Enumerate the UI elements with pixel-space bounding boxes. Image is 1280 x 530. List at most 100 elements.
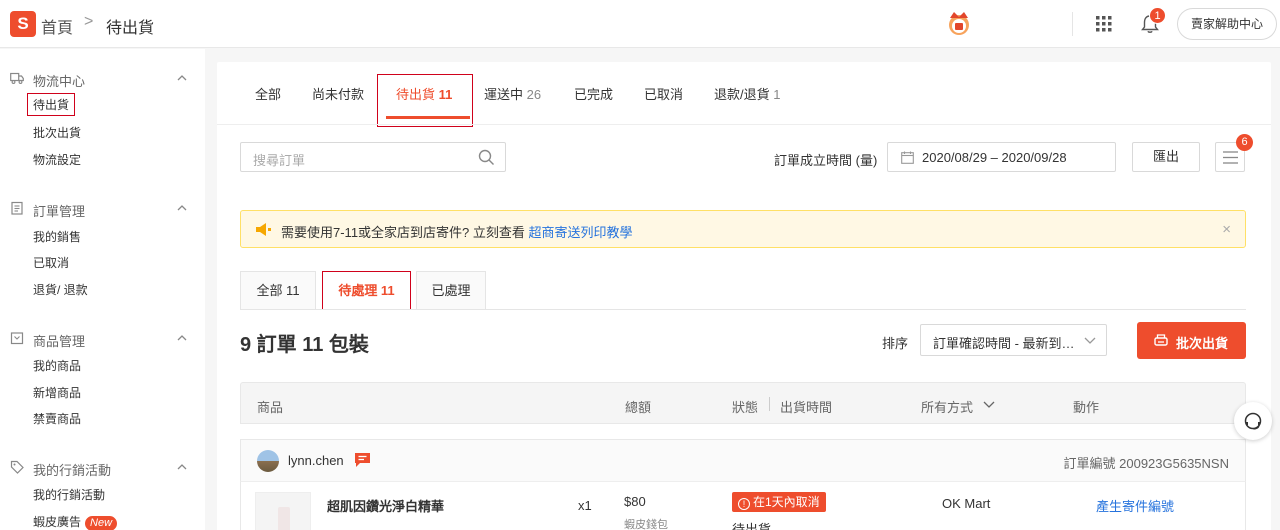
sidebar-item-my-products[interactable]: 我的商品: [33, 357, 81, 374]
column-header-ship-method[interactable]: 所有方式: [921, 397, 973, 416]
sort-dropdown[interactable]: 訂單確認時間 - 最新到…: [920, 324, 1107, 356]
date-filter-label: 訂單成立時間 (量): [774, 153, 878, 168]
chevron-up-icon[interactable]: [176, 202, 188, 214]
sidebar-item-my-sales[interactable]: 我的銷售: [33, 228, 81, 245]
generate-tracking-link[interactable]: 產生寄件編號: [1096, 496, 1174, 515]
column-header-action: 動作: [1073, 400, 1100, 415]
order-summary-title: 9 訂單 11 包裝: [240, 334, 369, 356]
order-item-row: 超肌因鑽光淨白精華 x1 $80 蝦皮錢包 ! 在1天內取消 待出貨 OK Mar…: [240, 481, 1246, 530]
truck-icon: [10, 72, 24, 84]
subtab-pending[interactable]: 待處理 11: [322, 271, 411, 310]
tab-shipping[interactable]: 運送中 26: [484, 84, 541, 103]
tab-unpaid[interactable]: 尚未付款: [312, 84, 364, 103]
close-icon[interactable]: ×: [1222, 221, 1231, 238]
sidebar-item-banned-products[interactable]: 禁賣商品: [33, 410, 81, 427]
mascot-icon: [949, 12, 969, 35]
chevron-down-icon[interactable]: [983, 399, 995, 409]
order-card-header: lynn.chen 訂單編號 200923G5635NSN: [240, 439, 1246, 481]
notice-text: 需要使用7-11或全家店到店寄件? 立刻查看 超商寄送列印教學: [281, 225, 633, 240]
notice-tutorial-link[interactable]: 超商寄送列印教學: [529, 225, 633, 240]
shipping-method: OK Mart: [942, 496, 991, 511]
sidebar-item-shopee-ads[interactable]: 蝦皮廣告 New: [33, 513, 118, 530]
tag-icon: [10, 460, 24, 474]
tab-all[interactable]: 全部: [255, 84, 281, 103]
sort-selected-value: 訂單確認時間 - 最新到…: [933, 336, 1075, 351]
export-button[interactable]: 匯出: [1132, 142, 1200, 172]
subtab-processed[interactable]: 已處理: [416, 271, 486, 309]
notification-badge: 1: [1149, 7, 1166, 24]
printer-icon: [1154, 334, 1168, 346]
buyer-username[interactable]: lynn.chen: [288, 453, 344, 468]
sidebar-item-my-campaigns[interactable]: 我的行銷活動: [33, 486, 105, 503]
payment-method: 蝦皮錢包: [624, 519, 668, 530]
new-badge: New: [85, 516, 118, 530]
orders-panel: 全部 尚未付款 待出貨 11 運送中 26 已完成 已取消 退款/退貨 1 搜尋…: [217, 62, 1271, 530]
tab-highlight-box: [377, 74, 473, 127]
sidebar-section-orders[interactable]: 訂單管理: [33, 201, 85, 220]
sidebar: 物流中心 待出貨 批次出貨 物流設定 訂單管理 我的銷售 已取消 退貨/ 退款 …: [0, 49, 205, 530]
search-placeholder: 搜尋訂單: [253, 153, 306, 168]
chevron-down-icon: [1084, 337, 1096, 344]
breadcrumb-current: 待出貨: [106, 20, 155, 37]
subtab-divider: [240, 309, 1246, 310]
batch-ship-label: 批次出貨: [1176, 336, 1229, 351]
breadcrumb-separator: >: [84, 13, 94, 30]
sidebar-item-returns[interactable]: 退貨/ 退款: [33, 281, 88, 298]
shopee-logo-icon[interactable]: S: [10, 11, 36, 37]
orders-table-header: 商品 總額 狀態 出貨時間 所有方式 動作: [240, 382, 1246, 424]
column-header-total: 總額: [625, 400, 652, 415]
order-status: 待出貨: [732, 522, 772, 530]
search-icon[interactable]: [478, 149, 495, 166]
export-count-badge: 6: [1236, 134, 1253, 151]
sidebar-item-logistics-settings[interactable]: 物流設定: [33, 151, 81, 168]
tab-completed[interactable]: 已完成: [574, 84, 613, 103]
chevron-up-icon[interactable]: [176, 72, 188, 84]
sidebar-item-label: 蝦皮廣告: [33, 515, 82, 529]
top-header: S 首頁 > 待出貨 1 賣家解助中心: [0, 0, 1280, 48]
megaphone-icon: [256, 223, 271, 236]
tabs-divider: [217, 124, 1271, 125]
sort-label: 排序: [882, 336, 909, 351]
clipboard-icon: [11, 201, 23, 215]
order-total: $80: [624, 494, 646, 509]
chat-icon[interactable]: [354, 452, 371, 468]
tab-active-indicator: [386, 116, 470, 119]
tab-returns[interactable]: 退款/退貨 1: [714, 84, 780, 103]
tab-cancelled[interactable]: 已取消: [644, 84, 683, 103]
order-number: 訂單編號 200923G5635NSN: [1063, 456, 1229, 471]
date-range-value: 2020/08/29 – 2020/09/28: [922, 150, 1067, 165]
batch-ship-button[interactable]: 批次出貨: [1137, 322, 1246, 359]
headset-icon: [1244, 412, 1262, 430]
calendar-icon: [901, 151, 914, 164]
seller-help-button[interactable]: 賣家解助中心: [1177, 8, 1277, 40]
column-divider: [769, 397, 770, 411]
avatar[interactable]: [257, 450, 279, 472]
column-header-status: 狀態: [732, 400, 759, 415]
subtab-all[interactable]: 全部 11: [240, 271, 316, 309]
sidebar-item-add-product[interactable]: 新增商品: [33, 384, 81, 401]
alert-circle-icon: !: [738, 498, 750, 510]
sidebar-section-marketing[interactable]: 我的行銷活動: [33, 460, 111, 479]
product-quantity: x1: [578, 498, 592, 513]
chevron-up-icon[interactable]: [176, 332, 188, 344]
sidebar-section-logistics[interactable]: 物流中心: [33, 71, 85, 90]
menu-list-icon: [1223, 151, 1238, 164]
floating-support-button[interactable]: [1234, 402, 1272, 440]
sidebar-section-products[interactable]: 商品管理: [33, 331, 85, 350]
cancel-deadline-badge: ! 在1天內取消: [732, 492, 826, 512]
notice-banner: 需要使用7-11或全家店到店寄件? 立刻查看 超商寄送列印教學 ×: [240, 210, 1246, 248]
box-icon: [10, 332, 24, 345]
breadcrumb-home[interactable]: 首頁: [41, 14, 73, 38]
header-divider: [1072, 12, 1073, 36]
chevron-up-icon[interactable]: [176, 461, 188, 473]
date-range-picker[interactable]: 2020/08/29 – 2020/09/28: [887, 142, 1116, 172]
sidebar-item-to-ship[interactable]: 待出貨: [27, 93, 76, 116]
sidebar-item-cancelled[interactable]: 已取消: [33, 254, 69, 271]
order-search-input[interactable]: 搜尋訂單: [240, 142, 506, 172]
column-header-product: 商品: [257, 400, 284, 415]
product-name[interactable]: 超肌因鑽光淨白精華: [327, 496, 444, 515]
column-header-ship-time: 出貨時間: [780, 400, 833, 415]
apps-grid-icon[interactable]: [1096, 16, 1112, 32]
product-thumbnail[interactable]: [255, 492, 311, 530]
sidebar-item-batch-ship[interactable]: 批次出貨: [33, 124, 81, 141]
